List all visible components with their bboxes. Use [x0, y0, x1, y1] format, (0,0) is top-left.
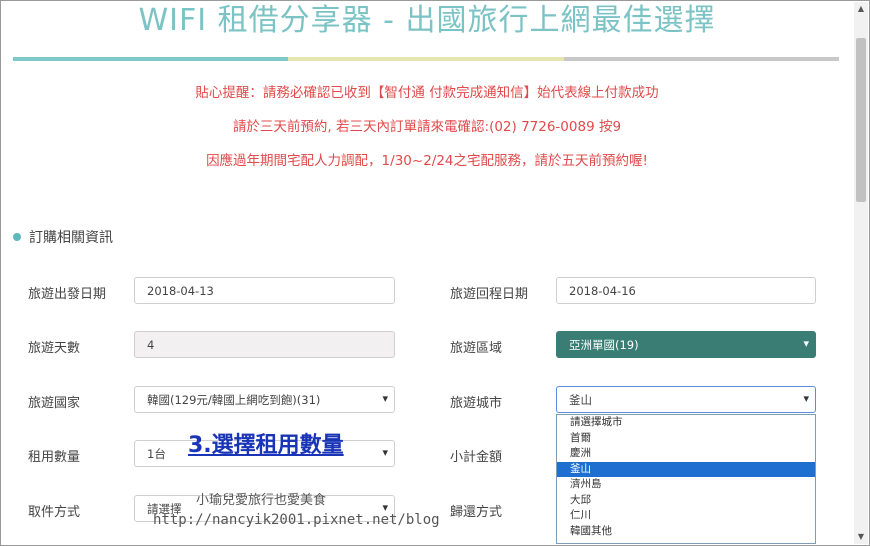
notice-booking: 請於三天前預約, 若三天內訂單請來電確認:(02) 7726-0089 按9	[232, 119, 622, 135]
vertical-scrollbar[interactable]: ▲ ▼	[854, 2, 868, 544]
city-option[interactable]: 釜山	[557, 461, 815, 477]
watermark-url: http://nancyik2001.pixnet.net/blog	[153, 512, 440, 528]
city-option[interactable]: 首爾	[557, 431, 815, 447]
region-select[interactable]: 亞洲單國(19)	[556, 331, 816, 358]
notice-holiday: 因應過年期間宅配人力調配，1/30~2/24之宅配服務，請於五天前預約喔!	[206, 153, 648, 169]
city-option[interactable]: 慶洲	[557, 446, 815, 462]
city-option[interactable]: 大邱	[557, 493, 815, 509]
title-divider	[13, 57, 839, 61]
country-label: 旅遊國家	[28, 396, 81, 411]
subtotal-label: 小計金額	[450, 450, 503, 465]
city-option[interactable]: 請選擇城市	[557, 415, 815, 431]
return-date-input[interactable]: 2018-04-16	[556, 277, 816, 304]
scroll-up-icon[interactable]: ▲	[854, 2, 868, 16]
travel-days-label: 旅遊天數	[28, 341, 81, 356]
bullet-icon	[13, 233, 21, 241]
city-option[interactable]: 韓國其他	[557, 524, 815, 540]
page-title: WIFI 租借分享器 - 出國旅行上網最佳選擇	[138, 3, 716, 38]
depart-date-label: 旅遊出發日期	[28, 287, 107, 302]
pickup-label: 取件方式	[28, 505, 81, 520]
quantity-label: 租用數量	[28, 450, 81, 465]
step-annotation: 3.選擇租用數量	[188, 433, 344, 458]
city-dropdown-list[interactable]: 請選擇城市 首爾 慶洲 釜山 濟州島 大邱 仁川 韓國其他	[556, 414, 816, 544]
city-option[interactable]: 濟州島	[557, 477, 815, 493]
page-frame: WIFI 租借分享器 - 出國旅行上網最佳選擇 貼心提醒：請務必確認已收到【智付…	[0, 0, 870, 546]
depart-date-input[interactable]: 2018-04-13	[134, 277, 395, 304]
notice-payment: 貼心提醒：請務必確認已收到【智付通 付款完成通知信】始代表線上付款成功	[195, 85, 659, 101]
region-label: 旅遊區域	[450, 341, 503, 356]
return-date-label: 旅遊回程日期	[450, 287, 529, 302]
city-label: 旅遊城市	[450, 396, 503, 411]
scroll-thumb[interactable]	[856, 38, 866, 202]
city-option[interactable]: 仁川	[557, 508, 815, 524]
return-method-label: 歸還方式	[450, 505, 503, 520]
section-heading: 訂購相關資訊	[13, 227, 113, 247]
section-title: 訂購相關資訊	[29, 230, 113, 246]
country-select[interactable]: 韓國(129元/韓國上網吃到飽)(31)	[134, 386, 395, 413]
city-select[interactable]: 釜山	[556, 386, 816, 413]
watermark-title: 小瑜兒愛旅行也愛美食	[196, 493, 327, 508]
scroll-down-icon[interactable]: ▼	[854, 530, 868, 544]
travel-days-field: 4	[134, 331, 395, 358]
